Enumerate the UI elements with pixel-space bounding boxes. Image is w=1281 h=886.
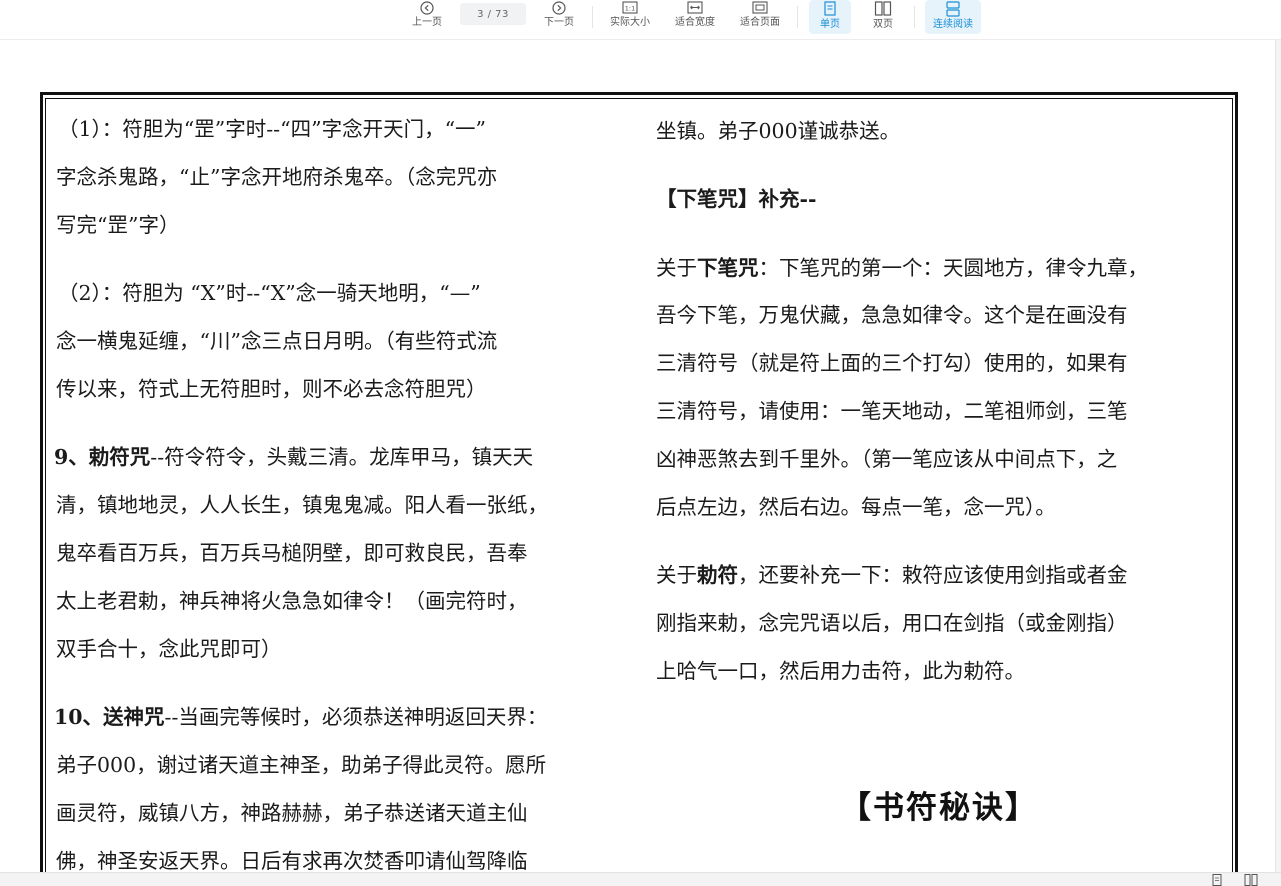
text-line: 关于下笔咒：下笔咒的第一个：天圆地方，律令九章，	[656, 251, 1148, 281]
continuous-reading-button[interactable]: 连续阅读	[925, 0, 981, 34]
text-line: 上哈气一口，然后用力击符，此为勅符。	[656, 659, 1025, 683]
single-page-icon[interactable]	[1210, 874, 1224, 886]
text-line: 【下笔咒】补充--	[656, 182, 817, 212]
vertical-scrollbar[interactable]	[1275, 40, 1281, 872]
guanyu-prefix: 关于	[656, 563, 697, 587]
single-page-button[interactable]: 单页	[809, 0, 851, 34]
single-page-label: 单页	[820, 19, 840, 30]
fit-width-label: 适合宽度	[675, 17, 715, 28]
text-line: 三清符号，请使用：一笔天地动，二笔祖师剑，三笔	[656, 399, 1128, 423]
text-line: 鬼卒看百万兵，百万兵马槌阴壁，即可救良民，吾奉	[56, 541, 528, 565]
page-number-input[interactable]: 3 / 73	[460, 3, 526, 25]
next-page-button[interactable]: 下一页	[540, 0, 578, 34]
text-line: 佛，神圣安返天界。日后有求再次焚香叩请仙驾降临	[56, 849, 528, 873]
xiabi-heading: 【下笔咒】	[656, 187, 759, 211]
next-page-label: 下一页	[544, 17, 574, 28]
xiabi-term: 下笔咒	[697, 256, 759, 280]
viewer-toolbar: 上一页 3 / 73 下一页 1:1 实际大小 适合宽度 适合页面 单页 双页 …	[0, 0, 1281, 40]
toolbar-divider	[592, 6, 593, 28]
item-10-title: 10、送神咒	[54, 705, 165, 729]
text-line: 刚指来勅，念完咒语以后，用口在剑指（或金刚指）	[656, 611, 1128, 635]
text-line: 画灵符，威镇八方，神路赫赫，弟子恭送诸天道主仙	[56, 801, 528, 825]
text-line: 关于勅符，还要补充一下：敕符应该使用剑指或者金	[656, 558, 1128, 588]
chevron-left-circle-icon	[420, 1, 434, 15]
bottom-status-bar	[0, 872, 1281, 886]
actual-size-label: 实际大小	[610, 17, 650, 28]
xiabi-text: ：下笔咒的第一个：天圆地方，律令九章，	[758, 256, 1149, 280]
actual-size-button[interactable]: 1:1 实际大小	[605, 0, 655, 34]
text-line: 凶神恶煞去到千里外。（第一笔应该从中间点下，之	[656, 447, 1118, 471]
text-line: 10、送神咒--当画完等候时，必须恭送神明返回天界：	[54, 700, 547, 730]
item-9-title: 9、勅符咒	[54, 445, 151, 469]
text-line: 写完“罡”字）	[56, 213, 180, 237]
prev-page-button[interactable]: 上一页	[408, 0, 446, 34]
text-line: 字念杀鬼路，“止”字念开地府杀鬼卒。（念完咒亦	[56, 165, 498, 189]
text-line: 清，镇地地灵，人人长生，镇鬼鬼减。阳人看一张纸，	[56, 493, 548, 517]
fit-page-label: 适合页面	[740, 17, 780, 28]
double-page-icon	[874, 1, 892, 16]
guanyu-prefix: 关于	[656, 256, 697, 280]
text-line: （2）：符胆为 “X”时--“X”念一骑天地明，“—”	[58, 281, 481, 305]
actual-size-icon-text: 1:1	[625, 5, 635, 13]
fit-page-icon	[752, 1, 768, 14]
continuous-scroll-icon	[946, 1, 960, 17]
toolbar-divider	[914, 6, 915, 28]
actual-size-icon: 1:1	[622, 1, 638, 14]
text-line: 弟子000，谢过诸天道主神圣，助弟子得此灵符。愿所	[56, 753, 547, 777]
text-line: 双手合十，念此咒即可）	[56, 637, 282, 661]
chifu-term: 勅符	[697, 563, 738, 587]
double-page-label: 双页	[873, 19, 893, 30]
toolbar-divider	[797, 6, 798, 28]
text-line: （1）：符胆为“罡”字时--“四”字念开天门，“一”	[58, 117, 487, 141]
text-line: 9、勅符咒--符令符令，头戴三清。龙库甲马，镇天天	[54, 440, 533, 470]
item-10-text: --当画完等候时，必须恭送神明返回天界：	[164, 705, 548, 729]
item-9-text: --符令符令，头戴三清。龙库甲马，镇天天	[150, 445, 534, 469]
text-line: 吾今下笔，万鬼伏藏，急急如律令。这个是在画没有	[656, 303, 1128, 327]
text-line: 太上老君勅，神兵神将火急急如律令！（画完符时，	[56, 589, 528, 613]
text-line: 传以来，符式上无符胆时，则不必去念符胆咒）	[56, 377, 487, 401]
double-page-button[interactable]: 双页	[862, 0, 904, 34]
fit-width-icon	[687, 1, 703, 14]
chifu-text: ，还要补充一下：敕符应该使用剑指或者金	[738, 563, 1128, 587]
text-line: 后点左边，然后右边。每点一笔，念一咒）。	[656, 495, 1056, 519]
xiabi-heading-suffix: 补充--	[758, 187, 817, 211]
prev-page-label: 上一页	[412, 17, 442, 28]
double-page-icon[interactable]	[1244, 874, 1258, 886]
section-title: 【书符秘诀】	[840, 790, 1038, 826]
single-page-icon	[824, 1, 836, 16]
text-line: 三清符号（就是符上面的三个打勾）使用的，如果有	[656, 351, 1128, 375]
chevron-right-circle-icon	[552, 1, 566, 15]
fit-page-button[interactable]: 适合页面	[735, 0, 785, 34]
text-line: 念一横鬼延缠，“川”念三点日月明。（有些符式流	[56, 329, 498, 353]
text-line: 坐镇。弟子000谨诚恭送。	[656, 119, 901, 143]
fit-width-button[interactable]: 适合宽度	[670, 0, 720, 34]
continuous-reading-label: 连续阅读	[933, 19, 973, 30]
